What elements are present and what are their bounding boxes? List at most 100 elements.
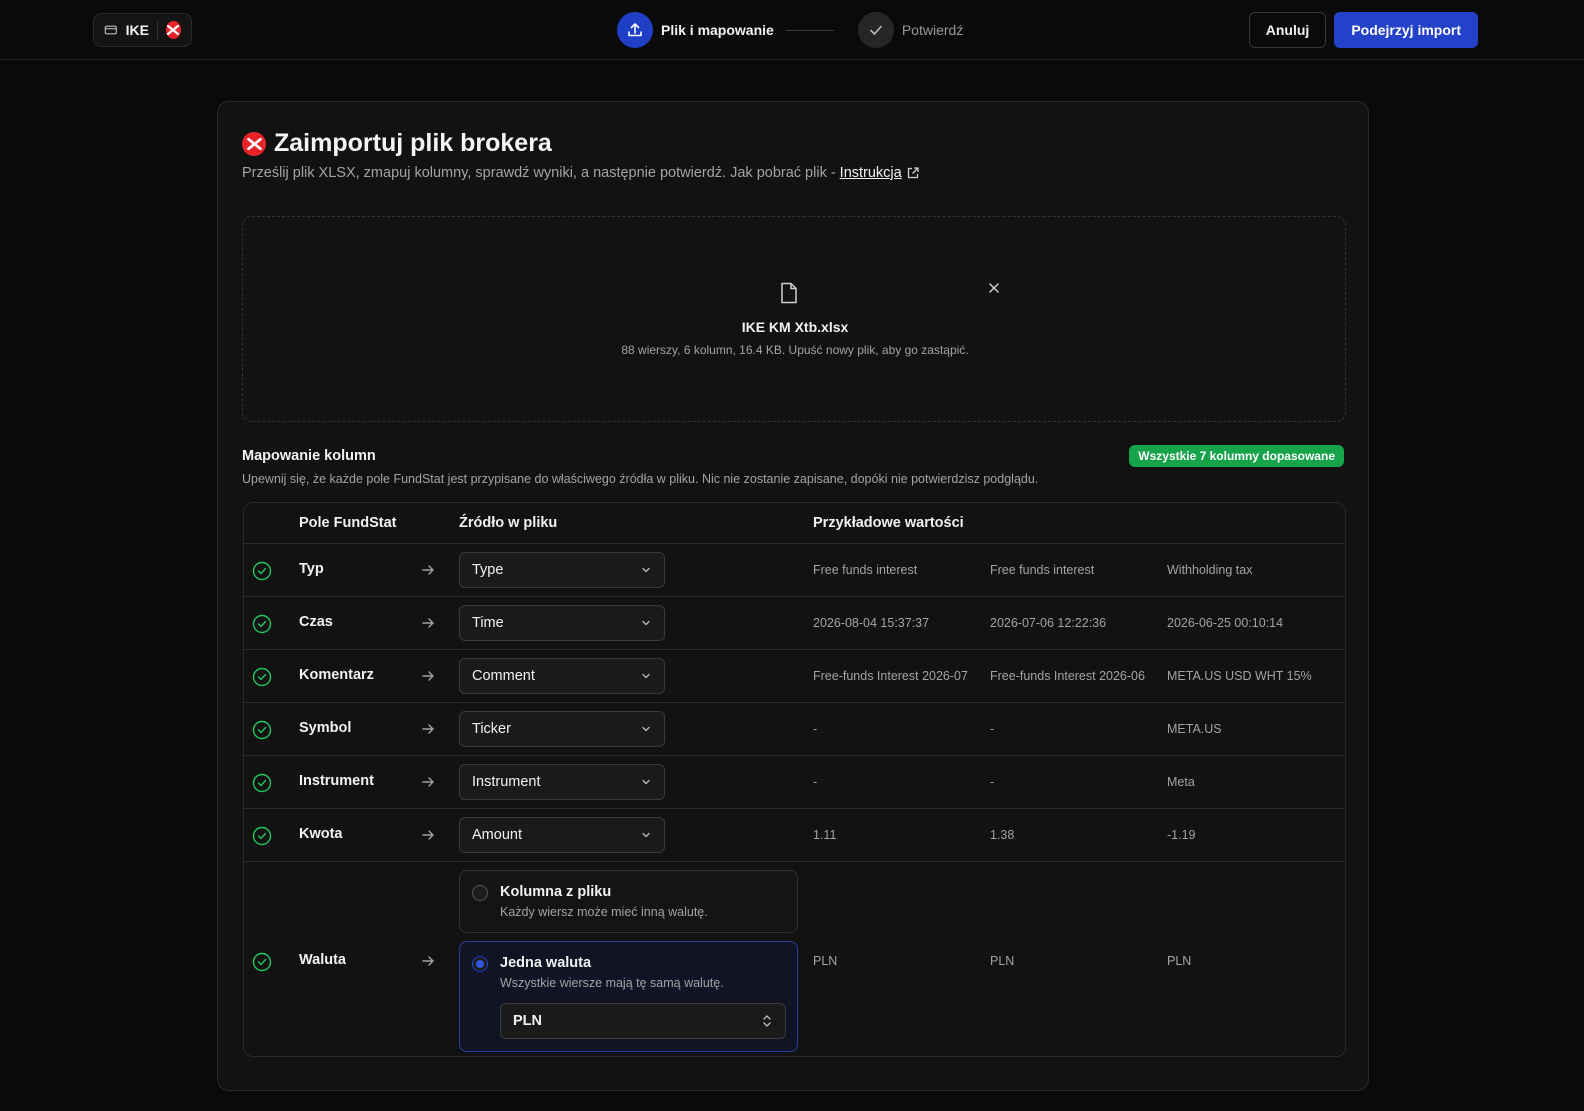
file-dropzone[interactable]: IKE KM Xtb.xlsx 88 wierszy, 6 kolumn, 16… — [242, 216, 1346, 422]
chevron-down-icon — [642, 620, 650, 626]
preview-import-button[interactable]: Podejrzyj import — [1334, 12, 1478, 48]
sample-value: 1.11 — [813, 828, 837, 842]
sample-value: 2026-06-25 00:10:14 — [1167, 616, 1284, 630]
table-row: Instrument Instrument - - Meta — [244, 756, 1345, 809]
sample-value: PLN — [1167, 954, 1192, 968]
header-source: Źródło w pliku — [459, 515, 558, 531]
check-circle-icon — [252, 720, 272, 740]
source-value: Time — [472, 615, 504, 631]
radio-single[interactable] — [472, 956, 488, 972]
sample-value: -1.19 — [1167, 828, 1196, 842]
source-select[interactable]: Comment — [459, 658, 665, 694]
currency-select[interactable]: PLN — [500, 1003, 786, 1039]
option-desc: Każdy wiersz może mieć inną walutę. — [500, 905, 708, 919]
chevron-down-icon — [642, 779, 650, 785]
table-header: Pole FundStat Źródło w pliku Przykładowe… — [244, 503, 1345, 544]
arrow-right-icon — [422, 565, 434, 575]
chevron-down-icon — [642, 832, 650, 838]
status-badge: Wszystkie 7 kolumny dopasowane — [1129, 445, 1344, 467]
page-subtitle: Prześlij plik XLSX, zmapuj kolumny, spra… — [242, 165, 920, 181]
source-select[interactable]: Type — [459, 552, 665, 588]
sample-value: - — [990, 775, 995, 789]
arrow-right-icon — [422, 724, 434, 734]
arrow-right-icon — [422, 830, 434, 840]
chevron-up-down-icon — [763, 1015, 771, 1027]
account-label: IKE — [125, 22, 149, 38]
check-circle-icon — [252, 561, 272, 581]
external-link-icon[interactable] — [906, 166, 920, 180]
import-card: Zaimportuj plik brokera Prześlij plik XL… — [217, 101, 1369, 1091]
check-circle-icon — [252, 773, 272, 793]
instruction-link[interactable]: Instrukcja — [840, 165, 902, 181]
option-title: Kolumna z pliku — [500, 884, 612, 900]
table-row: Komentarz Comment Free-funds Interest 2026… — [244, 650, 1345, 703]
sample-value: 2026-08-04 15:37:37 — [813, 616, 930, 630]
table-row: Kwota Amount 1.11 1.38 -1.19 — [244, 809, 1345, 862]
currency-option-column[interactable]: Kolumna z pliku Każdy wiersz może mieć i… — [459, 870, 798, 933]
source-select[interactable]: Instrument — [459, 764, 665, 800]
sample-value: Free-funds Interest 2026-07 — [813, 669, 968, 683]
cancel-button[interactable]: Anuluj — [1248, 12, 1327, 48]
source-value: Ticker — [472, 721, 511, 737]
table-row-currency: Waluta Kolumna z pliku Każdy wiersz może… — [244, 862, 1345, 1056]
mapping-table: Pole FundStat Źródło w pliku Przykładowe… — [243, 502, 1346, 1057]
source-select[interactable]: Ticker — [459, 711, 665, 747]
sample-value: META.US — [1167, 722, 1222, 736]
check-circle-icon — [252, 667, 272, 687]
header-field: Pole FundStat — [299, 515, 397, 531]
account-selector[interactable]: IKE — [93, 13, 192, 47]
page-title: Zaimportuj plik brokera — [274, 129, 552, 157]
option-desc: Wszystkie wiersze mają tę samą walutę. — [500, 976, 724, 990]
arrow-right-icon — [422, 671, 434, 681]
table-row: Czas Time 2026-08-04 15:37:37 2026-07-06 12… — [244, 597, 1345, 650]
source-value: Comment — [472, 668, 535, 684]
sample-value: Free funds interest — [813, 563, 918, 577]
field-label: Instrument — [299, 773, 374, 789]
sample-value: - — [990, 722, 995, 736]
check-icon — [857, 12, 894, 48]
mapping-description: Upewnij się, że każde pole FundStat jest… — [242, 472, 1039, 486]
sample-value: 1.38 — [990, 828, 1015, 842]
sample-value: META.US USD WHT 15% — [1167, 669, 1312, 683]
top-bar: IKE Plik i mapowanie Potwierdź Anuluj Po… — [0, 0, 1584, 60]
check-circle-icon — [252, 952, 272, 972]
arrow-right-icon — [422, 956, 434, 966]
wallet-icon — [104, 25, 117, 35]
file-meta: 88 wierszy, 6 kolumn, 16.4 KB. Upuść now… — [621, 343, 969, 357]
sample-value: 2026-07-06 12:22:36 — [990, 616, 1107, 630]
arrow-right-icon — [422, 618, 434, 628]
field-label: Symbol — [299, 720, 352, 736]
currency-value: PLN — [513, 1013, 542, 1029]
radio-column[interactable] — [472, 885, 488, 901]
source-select[interactable]: Time — [459, 605, 665, 641]
source-value: Type — [472, 562, 504, 578]
sample-value: PLN — [990, 954, 1015, 968]
divider — [156, 21, 158, 39]
step-confirm: Potwierdź — [901, 22, 964, 38]
table-row: Typ Type Free funds interest Free funds int… — [244, 544, 1345, 597]
sample-value: Free funds interest — [990, 563, 1095, 577]
header-samples: Przykładowe wartości — [813, 515, 964, 531]
source-value: Instrument — [472, 774, 541, 790]
chevron-down-icon — [642, 673, 650, 679]
xtb-logo-icon — [242, 131, 266, 156]
step-file-mapping: Plik i mapowanie — [661, 22, 774, 38]
sample-value: - — [813, 775, 818, 789]
file-icon — [781, 282, 797, 304]
step-connector — [785, 29, 834, 31]
currency-option-single[interactable]: Jedna waluta Wszystkie wiersze mają tę s… — [459, 941, 798, 1052]
source-select[interactable]: Amount — [459, 817, 665, 853]
chevron-down-icon — [642, 726, 650, 732]
upload-icon — [617, 12, 653, 48]
sample-value: Free-funds Interest 2026-06 — [990, 669, 1145, 683]
sample-value: PLN — [813, 954, 838, 968]
mapping-title: Mapowanie kolumn — [242, 448, 376, 464]
xtb-logo-icon — [165, 21, 181, 39]
field-label: Typ — [299, 561, 324, 577]
remove-file-icon[interactable] — [988, 282, 1000, 294]
source-value: Amount — [472, 827, 522, 843]
stepper: Plik i mapowanie Potwierdź — [617, 12, 963, 48]
field-label: Czas — [299, 614, 333, 630]
chevron-down-icon — [642, 567, 650, 573]
option-title: Jedna waluta — [500, 955, 592, 971]
